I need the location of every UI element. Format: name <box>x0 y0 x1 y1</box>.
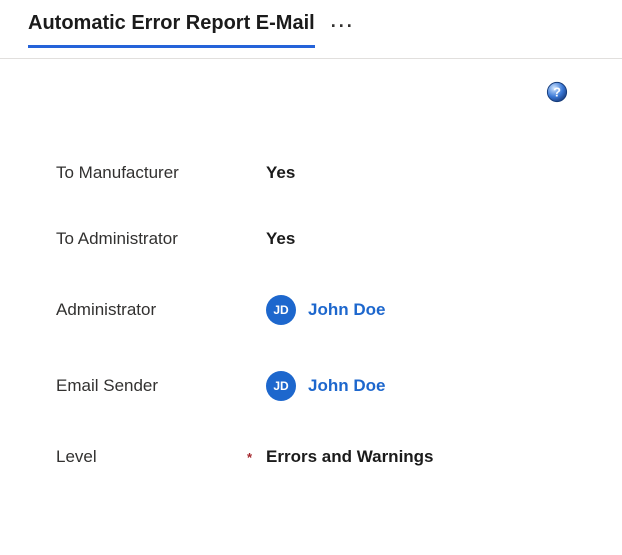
field-label: To Administrator <box>56 229 178 249</box>
field-to-manufacturer: To Manufacturer Yes <box>56 163 566 183</box>
panel-title: Automatic Error Report E-Mail <box>28 12 315 48</box>
value-text: Errors and Warnings <box>266 447 434 467</box>
field-value[interactable]: Errors and Warnings <box>266 447 434 467</box>
more-actions-button[interactable]: ··· <box>331 16 355 45</box>
field-label: To Manufacturer <box>56 163 179 183</box>
person-name: John Doe <box>308 300 385 320</box>
field-label: Level <box>56 447 97 467</box>
field-to-administrator: To Administrator Yes <box>56 229 566 249</box>
person-picker-email-sender[interactable]: JD John Doe <box>266 371 385 401</box>
form-panel: ? To Manufacturer Yes To Administrator Y… <box>8 59 614 467</box>
value-text: Yes <box>266 229 295 249</box>
field-administrator: Administrator JD John Doe <box>56 295 566 325</box>
field-level: Level * Errors and Warnings <box>56 447 566 467</box>
avatar: JD <box>266 295 296 325</box>
person-name: John Doe <box>308 376 385 396</box>
field-value[interactable]: Yes <box>266 163 295 183</box>
person-picker-administrator[interactable]: JD John Doe <box>266 295 385 325</box>
required-indicator: * <box>247 450 252 465</box>
avatar: JD <box>266 371 296 401</box>
field-label: Administrator <box>56 300 156 320</box>
field-email-sender: Email Sender JD John Doe <box>56 371 566 401</box>
panel-header: Automatic Error Report E-Mail ··· <box>0 0 622 48</box>
value-text: Yes <box>266 163 295 183</box>
field-label: Email Sender <box>56 376 158 396</box>
help-icon[interactable]: ? <box>546 81 568 103</box>
form-body: To Manufacturer Yes To Administrator Yes… <box>36 103 586 467</box>
svg-text:?: ? <box>553 85 561 100</box>
field-value[interactable]: Yes <box>266 229 295 249</box>
